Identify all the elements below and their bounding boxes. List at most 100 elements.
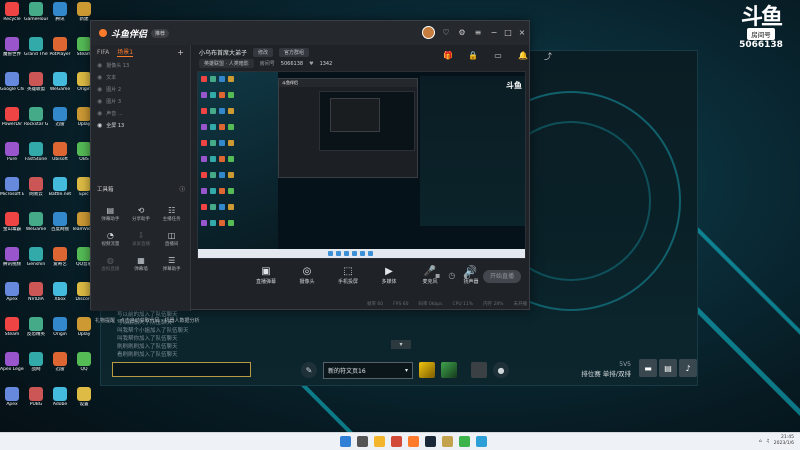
tool-item[interactable]: ☷ 主播任务 bbox=[156, 205, 187, 222]
spell-slot-1[interactable] bbox=[419, 362, 435, 378]
desktop-shortcut[interactable]: 百度网盘 bbox=[48, 212, 72, 242]
tool-item[interactable]: ▦ 弹幕墙 bbox=[126, 255, 157, 272]
desktop-shortcut[interactable]: 腾讯视频 bbox=[0, 247, 24, 277]
desktop-shortcut[interactable]: 金山毒霸 bbox=[0, 212, 24, 242]
window-icon[interactable]: ▭ bbox=[491, 51, 505, 62]
edge-icon[interactable] bbox=[476, 436, 487, 447]
tool-item[interactable]: ◍ 虚拟直播 bbox=[95, 255, 126, 272]
desktop-shortcut[interactable]: Genshin bbox=[24, 247, 48, 277]
eye-icon[interactable]: ◉ bbox=[97, 62, 102, 69]
desktop-shortcut[interactable]: 设置 bbox=[72, 387, 96, 417]
scene-item[interactable]: ◉ 摄像头 13 bbox=[91, 59, 190, 71]
tool-item[interactable]: ◔ 视频流量 bbox=[95, 230, 126, 247]
scene-item[interactable]: ◉ 声音 ... bbox=[91, 107, 190, 119]
settings-icon[interactable]: ⚙ bbox=[457, 28, 467, 38]
wechat-icon[interactable] bbox=[459, 436, 470, 447]
desktop-shortcut[interactable]: Recycle bbox=[0, 2, 24, 32]
desktop-shortcut[interactable]: Xbox bbox=[48, 282, 72, 312]
phone-cast-button[interactable]: ⬚ 手机投屏 bbox=[333, 265, 363, 285]
stream-preview[interactable]: 斗鱼伴侣 斗鱼 bbox=[197, 71, 526, 259]
tool-item[interactable]: ◫ 直播间 bbox=[156, 230, 187, 247]
chat-button[interactable]: ▬ bbox=[639, 359, 657, 377]
timer-icon[interactable]: ◷ bbox=[448, 271, 455, 280]
desktop-shortcut[interactable]: 反恐精英 bbox=[24, 317, 48, 347]
desktop-shortcut[interactable]: Google Chrome bbox=[0, 72, 24, 102]
collapse-button[interactable]: ▾ bbox=[391, 340, 411, 349]
tool-item[interactable]: ▤ 弹幕助手 bbox=[95, 205, 126, 222]
desktop-shortcut[interactable]: NVIDIA bbox=[24, 282, 48, 312]
desktop-shortcut[interactable]: 爱奇艺 bbox=[48, 247, 72, 277]
desktop-shortcut[interactable]: Battle.net bbox=[48, 177, 72, 207]
info-icon[interactable]: ⓘ bbox=[179, 185, 185, 193]
camera-button[interactable]: ◎ 摄像头 bbox=[292, 265, 322, 285]
eye-icon[interactable]: ◉ bbox=[97, 86, 102, 93]
close-icon[interactable]: × bbox=[517, 28, 527, 38]
bell-icon[interactable]: 🔔 bbox=[516, 51, 530, 62]
edit-icon[interactable]: ✎ bbox=[301, 362, 317, 378]
emote-icon[interactable]: ● bbox=[493, 362, 509, 378]
rune-page-select[interactable]: 新的符文页16 ▾ bbox=[323, 361, 413, 379]
desktop-shortcut[interactable]: Grand Theft bbox=[24, 37, 48, 67]
start-icon[interactable] bbox=[340, 436, 351, 447]
official-group-button[interactable]: 官方群组 bbox=[279, 47, 310, 57]
desktop-shortcut[interactable]: 英雄联盟 bbox=[24, 72, 48, 102]
desktop-shortcut[interactable]: 迅雷 bbox=[48, 352, 72, 382]
desktop-shortcut[interactable]: PowerDir bbox=[0, 107, 24, 137]
screenshot-icon[interactable]: ◐ bbox=[463, 271, 470, 280]
spell-slot-2[interactable] bbox=[441, 362, 457, 378]
tab-fifa[interactable]: FIFA bbox=[97, 49, 109, 56]
minimize-icon[interactable]: − bbox=[489, 28, 499, 38]
avatar[interactable] bbox=[422, 26, 435, 39]
category-pill[interactable]: 英雄联盟 · 人类暗影 bbox=[199, 59, 254, 68]
desktop-shortcut[interactable]: Origin bbox=[48, 317, 72, 347]
start-live-button[interactable]: 开始直播 bbox=[483, 270, 521, 283]
desktop-shortcut[interactable]: QQ bbox=[72, 352, 96, 382]
desktop-shortcut[interactable]: 腾讯 bbox=[48, 2, 72, 32]
desktop-shortcut[interactable]: Apex Legends bbox=[0, 352, 24, 382]
eye-icon[interactable]: ◉ bbox=[97, 74, 102, 81]
scene-item[interactable]: ◉ 文本 bbox=[91, 71, 190, 83]
scene-item[interactable]: ◉ 图片 2 bbox=[91, 83, 190, 95]
desktop-shortcut[interactable]: GameHouse bbox=[24, 2, 48, 32]
ward-slot[interactable] bbox=[471, 362, 487, 378]
volume-icon[interactable]: ♫ bbox=[766, 439, 770, 444]
lock-icon[interactable]: 🔒 bbox=[466, 51, 480, 62]
folder-icon[interactable] bbox=[374, 436, 385, 447]
desktop-shortcut[interactable]: PUBG bbox=[24, 387, 48, 417]
desktop-shortcut[interactable]: 网易云 bbox=[24, 177, 48, 207]
desktop-shortcut[interactable]: Adobe bbox=[48, 387, 72, 417]
edit-title-button[interactable]: 修改 bbox=[253, 47, 274, 57]
share-icon[interactable]: ⤴ bbox=[541, 51, 555, 62]
desktop-shortcut[interactable]: 迅雷 bbox=[48, 107, 72, 137]
desktop-shortcut[interactable]: WeGame bbox=[24, 212, 48, 242]
desktop-shortcut[interactable]: Steam bbox=[0, 317, 24, 347]
tool-item[interactable]: ☰ 弹幕助手 bbox=[156, 255, 187, 272]
desktop-shortcut[interactable]: Uplay bbox=[72, 317, 96, 347]
scene-item[interactable]: ◉ 全屏 13 bbox=[91, 119, 190, 131]
desktop-shortcut[interactable]: Rockstar Games bbox=[24, 107, 48, 137]
desktop-shortcut[interactable]: Microsoft Edge bbox=[0, 177, 24, 207]
maximize-icon[interactable]: □ bbox=[503, 28, 513, 38]
chat-input[interactable] bbox=[112, 362, 251, 377]
eye-icon[interactable]: ◉ bbox=[97, 98, 102, 105]
menu-icon[interactable]: ≡ bbox=[473, 28, 483, 38]
scene-item[interactable]: ◉ 图片 3 bbox=[91, 95, 190, 107]
eye-icon[interactable]: ◉ bbox=[97, 110, 102, 117]
mic-button[interactable]: ♪ bbox=[679, 359, 697, 377]
add-scene-icon[interactable]: + bbox=[177, 48, 184, 57]
app-badge[interactable]: 推荐 bbox=[151, 28, 170, 38]
desktop-shortcut[interactable]: 战网 bbox=[24, 352, 48, 382]
app-icon[interactable] bbox=[408, 436, 419, 447]
tool-item[interactable]: ⟲ 分享助手 bbox=[126, 205, 157, 222]
desktop-shortcut[interactable]: Apex bbox=[0, 387, 24, 417]
desktop-shortcut[interactable]: Ubisoft bbox=[48, 142, 72, 172]
media-button[interactable]: ▶ 多媒体 bbox=[374, 265, 404, 285]
tool-item[interactable]: ⇩ 录屏直播 bbox=[126, 230, 157, 247]
skin-icon[interactable]: ♡ bbox=[441, 28, 451, 38]
desktop-shortcut[interactable]: Pure bbox=[0, 142, 24, 172]
desktop-shortcut[interactable]: PotPlayer bbox=[48, 37, 72, 67]
game-icon[interactable] bbox=[442, 436, 453, 447]
tab-scene1[interactable]: 场景1 bbox=[117, 47, 134, 57]
danmu-button[interactable]: ▣ 直播弹幕 bbox=[251, 265, 281, 285]
clock[interactable]: 21:45 2023/1/6 bbox=[774, 435, 794, 447]
